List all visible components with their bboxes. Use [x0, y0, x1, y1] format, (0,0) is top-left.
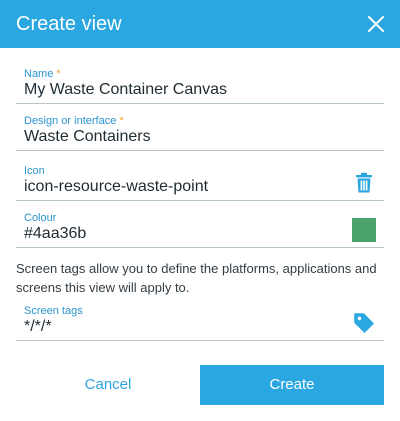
colour-field[interactable]: Colour #4aa36b — [16, 212, 384, 248]
screen-tags-help-text: Screen tags allow you to define the plat… — [16, 261, 377, 295]
trash-icon — [356, 172, 372, 193]
close-icon — [368, 16, 384, 32]
colour-input[interactable]: #4aa36b — [24, 224, 86, 244]
name-field[interactable]: Name * My Waste Container Canvas — [16, 68, 384, 104]
tag-icon — [354, 313, 374, 333]
required-mark: * — [119, 115, 124, 127]
name-input[interactable]: My Waste Container Canvas — [24, 80, 227, 100]
clear-icon-button[interactable] — [352, 171, 376, 195]
create-view-dialog: Create view Name * My Waste Container Can… — [0, 0, 400, 421]
colour-swatch[interactable] — [352, 218, 376, 242]
dialog-header: Create view — [0, 0, 400, 48]
icon-field[interactable]: Icon icon-resource-waste-point — [16, 165, 384, 201]
create-button[interactable]: Create — [200, 365, 384, 405]
cancel-button[interactable]: Cancel — [16, 365, 200, 405]
required-mark: * — [56, 68, 61, 80]
icon-input[interactable]: icon-resource-waste-point — [24, 177, 208, 197]
dialog-title: Create view — [16, 13, 122, 35]
screen-tags-input[interactable]: */*/* — [24, 317, 52, 337]
design-input[interactable]: Waste Containers — [24, 127, 151, 147]
close-button[interactable] — [364, 12, 388, 36]
edit-tags-button[interactable] — [352, 311, 376, 335]
screen-tags-field[interactable]: Screen tags */*/* — [16, 305, 384, 341]
design-field[interactable]: Design or interface * Waste Containers — [16, 115, 384, 151]
